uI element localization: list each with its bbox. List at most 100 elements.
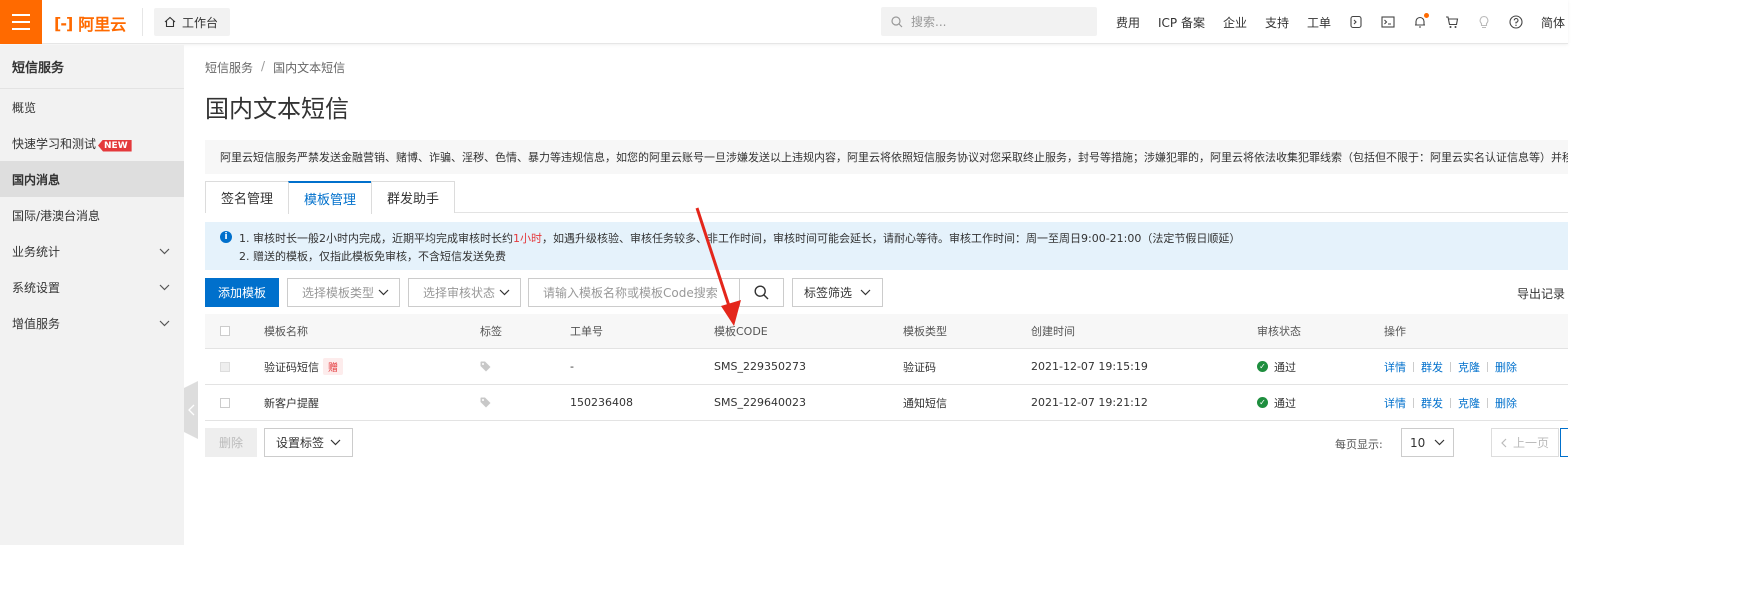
template-type-select[interactable]: 选择模板类型: [287, 278, 400, 307]
workbench-button[interactable]: 工作台: [154, 8, 231, 36]
divider: [142, 8, 143, 36]
page-size-select[interactable]: 10: [1401, 428, 1454, 457]
chevron-down-icon: [1434, 439, 1445, 446]
tab-bulk-assistant[interactable]: 群发助手: [371, 181, 456, 213]
terminal-icon[interactable]: [1381, 15, 1395, 29]
row-checkbox[interactable]: [220, 397, 230, 408]
nav-ticket[interactable]: 工单: [1307, 14, 1331, 31]
breadcrumb-item[interactable]: 短信服务: [205, 59, 253, 76]
tab-bar: 签名管理 模板管理 群发助手: [205, 181, 1568, 214]
export-records-link[interactable]: 导出记录: [1517, 285, 1565, 302]
tag-icon[interactable]: [480, 361, 493, 372]
chevron-down-icon: [159, 284, 170, 290]
search-placeholder: 搜索...: [911, 15, 947, 29]
search-icon: [754, 285, 769, 300]
gift-badge: 赠: [323, 358, 343, 375]
template-search-input[interactable]: 请输入模板名称或模板Code搜索: [528, 278, 740, 307]
select-all-checkbox[interactable]: [220, 326, 230, 336]
detail-link[interactable]: 详情: [1384, 395, 1406, 411]
review-status: 通过: [1274, 360, 1296, 374]
info-line-1: 1. 审核时长一般2小时内完成，近期平均完成审核时长约1小时，如遇升级核验、审核…: [239, 232, 1241, 245]
help-icon[interactable]: [1509, 15, 1523, 29]
chevron-down-icon: [860, 289, 871, 296]
sidebar-item-domestic[interactable]: 国内消息: [0, 161, 184, 197]
logo-text: 阿里云: [78, 15, 127, 34]
add-template-button[interactable]: 添加模板: [205, 278, 279, 307]
cart-icon[interactable]: [1445, 15, 1459, 29]
col-header-type: 模板类型: [903, 325, 947, 338]
chevron-down-icon: [159, 320, 170, 326]
home-icon: [164, 16, 176, 28]
tab-signatures[interactable]: 签名管理: [205, 181, 290, 213]
sidebar-item-settings[interactable]: 系统设置: [0, 269, 184, 305]
language-switch[interactable]: 简体: [1541, 14, 1565, 31]
prev-label: 上一页: [1512, 436, 1549, 450]
col-header-tags: 标签: [480, 325, 502, 338]
bell-icon[interactable]: [1413, 13, 1430, 29]
col-header-created: 创建时间: [1031, 325, 1075, 338]
sidebar-item-international[interactable]: 国际/港澳台消息: [0, 197, 184, 233]
created-time: 2021-12-07 19:21:12: [1031, 396, 1148, 409]
delete-link[interactable]: 删除: [1495, 359, 1517, 375]
select-placeholder: 选择审核状态: [423, 286, 496, 300]
sidebar-item-overview[interactable]: 概览: [0, 89, 184, 125]
created-time: 2021-12-07 19:15:19: [1031, 360, 1148, 373]
sidebar-item-label: 国内消息: [12, 172, 61, 187]
sidebar-item-label: 系统设置: [12, 280, 61, 295]
col-header-code: 模板CODE: [714, 325, 768, 338]
row-checkbox[interactable]: [220, 361, 230, 372]
table-row: 新客户提醒 150236408 SMS_229640023 通知短信 2021-…: [205, 385, 1568, 421]
logo-mark: [-]: [54, 13, 73, 33]
sidebar-item-label: 快速学习和测试: [12, 136, 97, 151]
bulk-send-link[interactable]: 群发: [1421, 395, 1443, 411]
check-circle-icon: ✓: [1257, 361, 1268, 372]
sidebar: 短信服务 概览 快速学习和测试 NEW 国内消息 国际/港澳台消息 业务统计 系统…: [0, 45, 184, 545]
set-tag-button[interactable]: 设置标签: [264, 428, 353, 457]
lightbulb-icon[interactable]: [1477, 15, 1491, 29]
chevron-left-icon: [1501, 438, 1507, 447]
template-type: 通知短信: [903, 396, 947, 410]
prev-page-button[interactable]: 上一页: [1491, 428, 1559, 457]
template-name: 验证码短信: [264, 360, 319, 374]
template-table: 模板名称 标签 工单号 模板CODE 模板类型 创建时间 审核状态 操作 验证码…: [205, 314, 1568, 421]
sidebar-item-label: 国际/港澳台消息: [12, 208, 101, 223]
sidebar-title: 短信服务: [0, 45, 184, 89]
ticket-number: -: [570, 360, 574, 373]
notification-dot: [1424, 13, 1430, 18]
detail-link[interactable]: 详情: [1384, 359, 1406, 375]
delete-link[interactable]: 删除: [1495, 395, 1517, 411]
chevron-down-icon: [159, 248, 170, 254]
chevron-down-icon: [378, 289, 389, 296]
template-name: 新客户提醒: [264, 396, 319, 410]
sidebar-collapse-handle[interactable]: [184, 381, 198, 439]
tag-filter-button[interactable]: 标签筛选: [792, 278, 883, 307]
new-badge: NEW: [98, 139, 132, 152]
tab-templates[interactable]: 模板管理: [288, 181, 373, 214]
review-status-select[interactable]: 选择审核状态: [408, 278, 521, 307]
sidebar-item-statistics[interactable]: 业务统计: [0, 233, 184, 269]
template-code: SMS_229640023: [714, 396, 806, 409]
table-row: 验证码短信赠 - SMS_229350273 验证码 2021-12-07 19…: [205, 349, 1568, 385]
top-bar: [-] 阿里云 工作台 搜索... 费用 ICP 备案 企业 支持 工单 简体: [0, 0, 1568, 44]
nav-support[interactable]: 支持: [1265, 14, 1289, 31]
nav-icp[interactable]: ICP 备案: [1158, 14, 1205, 31]
aliyun-logo[interactable]: [-] 阿里云: [54, 11, 126, 35]
sidebar-item-value-added[interactable]: 增值服务: [0, 305, 184, 341]
clone-link[interactable]: 克隆: [1458, 359, 1480, 375]
page-size-label: 每页显示:: [1335, 438, 1383, 451]
bulk-delete-button[interactable]: 删除: [205, 428, 257, 457]
page-number-button[interactable]: [1560, 428, 1568, 457]
bulk-send-link[interactable]: 群发: [1421, 359, 1443, 375]
nav-billing[interactable]: 费用: [1116, 14, 1140, 31]
clone-link[interactable]: 克隆: [1458, 395, 1480, 411]
global-search-input[interactable]: 搜索...: [881, 7, 1097, 36]
sidebar-item-quickstart[interactable]: 快速学习和测试 NEW: [0, 125, 184, 161]
hamburger-menu-button[interactable]: [0, 0, 42, 44]
template-code: SMS_229350273: [714, 360, 806, 373]
chevron-left-icon: [187, 404, 194, 416]
cloud-shell-icon[interactable]: [1349, 15, 1363, 29]
workbench-label: 工作台: [182, 15, 219, 30]
tag-icon[interactable]: [480, 397, 493, 408]
nav-enterprise[interactable]: 企业: [1223, 14, 1247, 31]
search-button[interactable]: [740, 278, 784, 307]
